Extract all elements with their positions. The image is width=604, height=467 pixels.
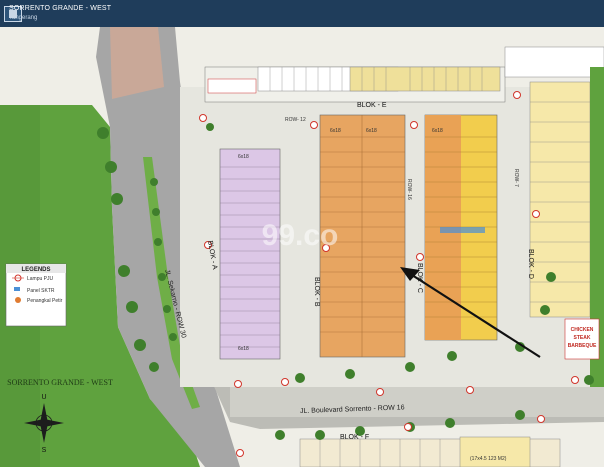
- lot-size-c: 6x18: [432, 128, 443, 134]
- page-title: SORRENTO GRANDE - WEST: [9, 5, 112, 12]
- shop-label-line2: STEAK: [574, 335, 591, 341]
- lot-size-a: 6x18: [238, 154, 249, 160]
- block-label-d: BLOK - D: [527, 249, 534, 279]
- road-paving-top: [110, 27, 164, 99]
- panel-sktr-strip: [440, 227, 485, 233]
- road-label-row7: ROW- 7: [513, 169, 519, 187]
- road-label-row12: ROW- 12: [285, 117, 306, 123]
- lot-size-a-bottom: 6x18: [238, 346, 249, 352]
- block-label-f: BLOK - F: [340, 434, 369, 441]
- page-subtitle: Tangerang: [9, 15, 38, 21]
- blok-d-east-lots: [529, 81, 591, 318]
- road-label-row16: ROW- 16: [406, 179, 412, 200]
- block-label-e: BLOK - E: [357, 102, 387, 109]
- legend-item-panel: Panel SKTR: [27, 288, 55, 294]
- boulevard-paving: [230, 387, 604, 417]
- panel-legend-icon: [14, 287, 20, 291]
- blok-e-lots: [257, 66, 501, 92]
- title-bar: SORRENTO GRANDE - WEST Tangerang: [0, 0, 604, 27]
- lot-size-b: 6x18: [330, 128, 341, 134]
- watermark-logo: 99.co: [262, 219, 339, 252]
- block-label-b: BLOK - B: [313, 277, 320, 307]
- shop-label-line1: CHICKEN: [571, 327, 594, 333]
- compass-north: U: [41, 394, 46, 401]
- blok-f-lots: [299, 436, 561, 467]
- legend-box: [5, 263, 67, 327]
- legend-item-rod: Penangkal Petir: [27, 298, 63, 304]
- site-plan-map: LEGENDS Lampu PJU Panel SKTR Penangkal P…: [0, 27, 604, 467]
- top-right-structure: [504, 46, 604, 78]
- compass-south: S: [42, 447, 47, 454]
- site-label: SORRENTO GRANDE - WEST: [7, 378, 113, 387]
- lightning-rod-legend-icon: [15, 297, 21, 303]
- shop-label-line3: BARBEQUE: [568, 343, 597, 349]
- sales-office-sign: [207, 78, 257, 94]
- blok-a-lots: [219, 148, 281, 360]
- lot-size-b-east: 6x18: [366, 128, 377, 134]
- app-window: SORRENTO GRANDE - WEST Tangerang LEGENDS…: [0, 0, 604, 467]
- lot-note-f: (17x4.5 123 M2): [470, 456, 507, 462]
- legend-title: LEGENDS: [21, 267, 50, 273]
- legend-item-lamp: Lampu PJU: [27, 276, 54, 282]
